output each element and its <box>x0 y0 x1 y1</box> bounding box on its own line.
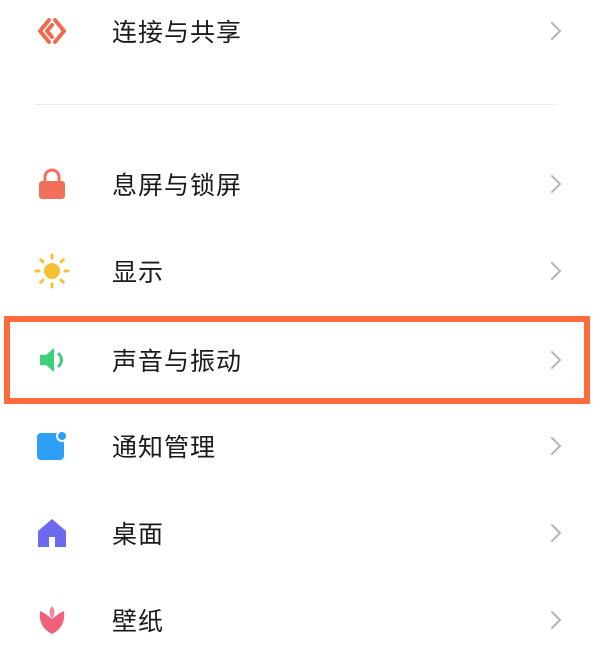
chevron-right-icon <box>546 174 566 194</box>
settings-item-label: 声音与振动 <box>112 347 243 376</box>
settings-item-label: 显示 <box>112 258 165 287</box>
tulip-icon <box>32 600 72 640</box>
chevron-right-icon <box>546 21 566 41</box>
settings-item-lock-screen[interactable]: 息屏与锁屏 <box>0 148 602 220</box>
settings-item-display[interactable]: 显示 <box>0 235 602 307</box>
settings-item-label: 息屏与锁屏 <box>112 171 243 200</box>
chevron-right-icon <box>546 523 566 543</box>
chevron-right-icon <box>546 350 566 370</box>
settings-item-wallpaper[interactable]: 壁纸 <box>0 584 602 656</box>
section-divider <box>36 104 558 105</box>
settings-item-desktop[interactable]: 桌面 <box>0 497 602 569</box>
notification-icon <box>32 426 72 466</box>
share-icon <box>32 11 72 51</box>
settings-item-connection-sharing[interactable]: 连接与共享 <box>0 0 602 62</box>
settings-item-label: 壁纸 <box>112 607 165 636</box>
lock-icon <box>32 164 72 204</box>
chevron-right-icon <box>546 436 566 456</box>
settings-item-label: 桌面 <box>112 520 165 549</box>
settings-item-notifications[interactable]: 通知管理 <box>0 410 602 482</box>
chevron-right-icon <box>546 610 566 630</box>
home-icon <box>32 513 72 553</box>
sun-icon <box>32 251 72 291</box>
settings-item-label: 连接与共享 <box>112 18 243 47</box>
settings-item-label: 通知管理 <box>112 433 217 462</box>
speaker-icon <box>32 340 72 380</box>
chevron-right-icon <box>546 261 566 281</box>
settings-item-sound-vibration[interactable]: 声音与振动 <box>0 324 602 396</box>
